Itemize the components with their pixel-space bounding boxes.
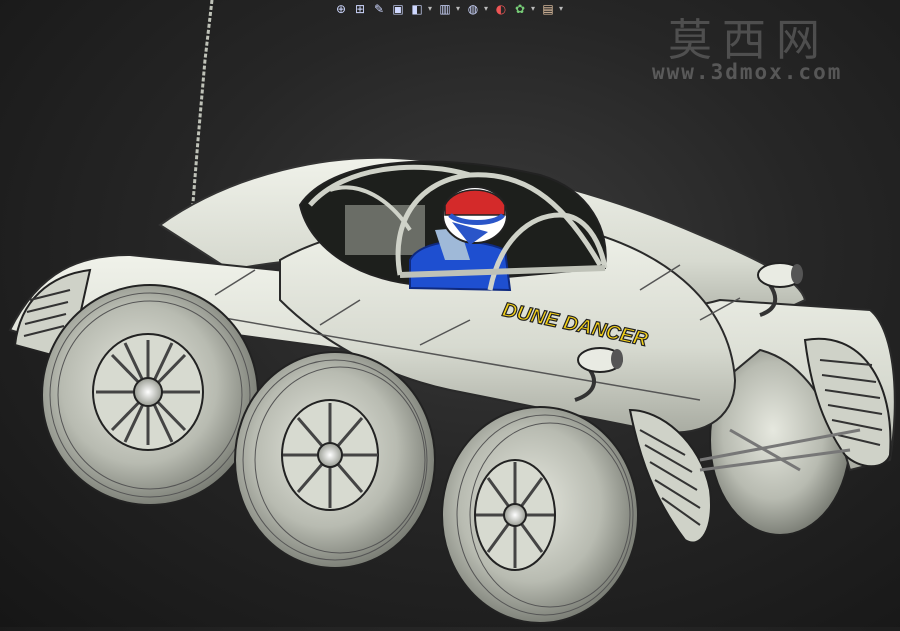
watermark-chinese: 莫西网 [668,15,830,66]
dune-buggy-model: DUNE DANCER [8,0,896,624]
zoom-to-area-icon[interactable]: ⊞ [352,1,368,17]
apply-scene-icon[interactable]: ▤ [540,1,556,17]
chevron-down-icon[interactable]: ▾ [531,1,537,17]
hide-show-icon[interactable]: ◐ [493,1,509,17]
model-viewport[interactable]: DUNE DANCER [0,0,900,627]
helmet-icon [442,186,508,245]
sketch-icon[interactable]: ✎ [371,1,387,17]
chevron-down-icon[interactable]: ▾ [428,1,434,17]
chevron-down-icon[interactable]: ▾ [484,1,490,17]
edit-appearance-icon[interactable]: ✿ [512,1,528,17]
section-view-icon[interactable]: ◧ [409,1,425,17]
view-orientation-icon[interactable]: ▥ [437,1,453,17]
wheel-rear-left [441,406,639,624]
chevron-down-icon[interactable]: ▾ [456,1,462,17]
wheel-front-left [41,284,259,506]
watermark-url: www.3dmox.com [652,60,843,84]
previous-view-icon[interactable]: ▣ [390,1,406,17]
display-style-icon[interactable]: ◍ [465,1,481,17]
heads-up-view-toolbar: ⊕ ⊞ ✎ ▣ ◧ ▾ ▥ ▾ ◍ ▾ ◐ ✿ ▾ ▤ ▾ [333,0,613,18]
chevron-down-icon[interactable]: ▾ [559,1,565,17]
antenna [190,0,214,216]
wheel-middle-left [234,351,436,569]
zoom-to-fit-icon[interactable]: ⊕ [333,1,349,17]
